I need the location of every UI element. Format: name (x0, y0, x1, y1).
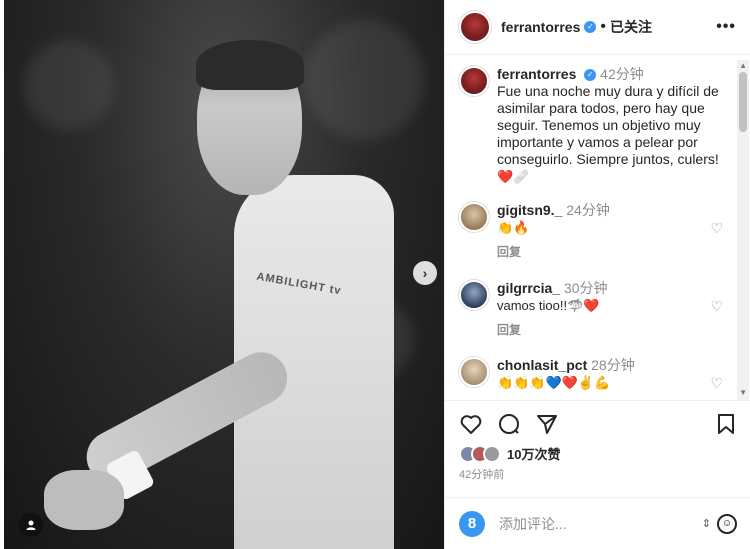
author-username[interactable]: ferrantorres (501, 19, 580, 35)
emoji-icon[interactable]: ☺ (717, 513, 737, 534)
comment-like-icon[interactable]: ♡ (710, 220, 723, 237)
next-photo-button[interactable]: › (413, 261, 437, 285)
comment-text: 👏🔥 (497, 220, 530, 235)
caption-avatar[interactable] (459, 66, 489, 96)
heart-icon[interactable] (459, 412, 483, 436)
author-avatar[interactable] (459, 11, 491, 43)
scroll-up-icon[interactable]: ▲ (739, 61, 747, 70)
reply-button[interactable]: 回复 (497, 322, 727, 339)
comment-text: 👏👏👏💙❤️✌️💪 (497, 375, 611, 390)
user-tag-button[interactable] (19, 513, 43, 537)
app-extension-icon[interactable]: 8 (459, 510, 485, 537)
caption: ferrantorres ✓ 42分钟 Fue una noche muy du… (459, 66, 727, 185)
post-actions (459, 412, 739, 438)
share-icon[interactable] (535, 412, 559, 436)
likes-summary[interactable]: 10万次赞 (459, 444, 560, 463)
commenter-username[interactable]: gilgrrcia_ (497, 280, 560, 296)
comment-time: 24分钟 (566, 202, 610, 218)
post-photo[interactable]: AMBILIGHT tv › (4, 0, 444, 549)
comment-time: 30分钟 (563, 280, 608, 296)
sort-icon[interactable]: ⇕ (702, 517, 711, 530)
player-hair (196, 40, 304, 90)
more-options-icon[interactable]: ••• (716, 18, 736, 36)
player-hand (44, 470, 124, 530)
post-side-panel: ferrantorres ✓ • 已关注 ••• ferrantorres ✓ … (444, 0, 750, 549)
comment-text: vamos tioo!!🦈❤️ (497, 298, 600, 313)
commenter-username[interactable]: gigitsn9._ (497, 202, 562, 218)
comment-input[interactable] (499, 515, 679, 532)
likes-count[interactable]: 10万次赞 (507, 444, 560, 463)
liker-avatar (483, 444, 501, 463)
post-timestamp: 42分钟前 (459, 469, 505, 481)
comment-time: 28分钟 (591, 357, 635, 373)
caption-text: Fue una noche muy dura y difícil de asim… (497, 83, 719, 167)
comment-item: gilgrrcia_ 30分钟 vamos tioo!!🦈❤️ 回复 (459, 280, 727, 339)
caption-time: 42分钟 (600, 66, 644, 82)
caption-username[interactable]: ferrantorres (497, 66, 576, 82)
commenter-avatar[interactable] (459, 202, 489, 232)
reply-button[interactable]: 回复 (497, 244, 727, 261)
user-tag-icon (26, 520, 36, 530)
post-header: ferrantorres ✓ • 已关注 ••• (445, 0, 750, 55)
verified-badge-icon: ✓ (584, 69, 597, 82)
follow-status-button[interactable]: 已关注 (610, 17, 652, 37)
comments-section[interactable]: ferrantorres ✓ 42分钟 Fue una noche muy du… (445, 56, 750, 401)
commenter-username[interactable]: chonlasit_pct (497, 357, 587, 373)
caption-emojis: ❤️🩹 (497, 169, 530, 184)
instagram-post-modal: AMBILIGHT tv › ferrantorres ✓ • 已关注 ••• (0, 0, 750, 549)
chevron-right-icon: › (422, 265, 428, 281)
add-comment-bar: 8 ⇕ ☺ (445, 497, 750, 549)
comment-item: gigitsn9._ 24分钟 👏🔥 回复 (459, 202, 727, 261)
comment-icon[interactable] (497, 412, 521, 436)
comment-item: chonlasit_pct 28分钟 👏👏👏💙❤️✌️💪 回复 (459, 357, 727, 400)
scroll-down-icon[interactable]: ▼ (739, 388, 747, 397)
reply-button[interactable]: 回复 (497, 399, 727, 400)
commenter-avatar[interactable] (459, 357, 489, 387)
comment-like-icon[interactable]: ♡ (710, 375, 723, 392)
bookmark-icon[interactable] (715, 412, 737, 436)
scrollbar-thumb[interactable] (739, 72, 747, 132)
header-separator: • (600, 18, 606, 35)
verified-badge-icon: ✓ (584, 21, 597, 33)
commenter-avatar[interactable] (459, 280, 489, 310)
comment-like-icon[interactable]: ♡ (710, 298, 723, 315)
